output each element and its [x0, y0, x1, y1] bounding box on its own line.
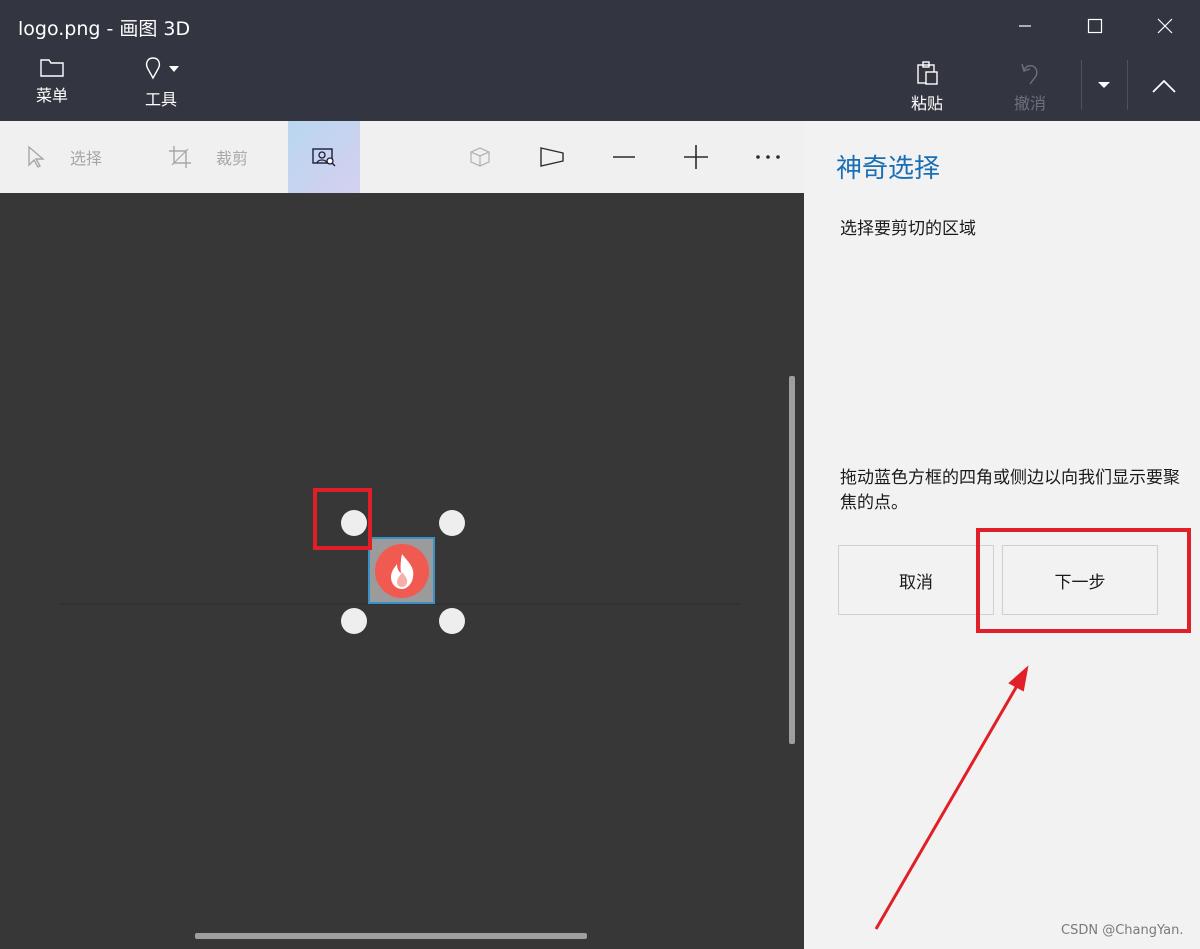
magic-select-tool[interactable]: [288, 121, 360, 193]
selection-handle-bottom-left[interactable]: [341, 608, 367, 634]
ribbon-divider: [1081, 60, 1082, 110]
annotation-highlight-handle: [313, 488, 372, 550]
minus-icon: [613, 156, 635, 158]
magic-select-icon: [312, 148, 336, 167]
undo-label: 撤消: [1013, 94, 1046, 113]
crop-tool[interactable]: 裁剪: [168, 121, 248, 193]
3d-view-button[interactable]: [450, 121, 510, 193]
flame-logo-icon: [375, 544, 429, 598]
tools-button[interactable]: 工具: [133, 56, 189, 110]
zoom-in-button[interactable]: [666, 121, 726, 193]
paste-button[interactable]: 粘贴: [905, 60, 949, 114]
close-icon: [1157, 18, 1173, 34]
undo-icon: [1021, 63, 1038, 85]
horizontal-scrollbar[interactable]: [195, 933, 587, 939]
select-tool[interactable]: 选择: [26, 121, 102, 193]
menu-label: 菜单: [35, 86, 68, 105]
chevron-up-icon: [1152, 79, 1176, 93]
perspective-icon: [540, 147, 564, 167]
perspective-button[interactable]: [522, 121, 582, 193]
annotation-highlight-next: [976, 528, 1191, 633]
watermark: CSDN @ChangYan.: [1061, 923, 1184, 938]
selection-handle-bottom-right[interactable]: [439, 608, 465, 634]
crop-label: 裁剪: [216, 149, 249, 168]
tools-label: 工具: [144, 90, 177, 109]
more-icon: [756, 155, 780, 159]
minimize-icon: [1019, 25, 1031, 27]
ribbon-divider: [1127, 60, 1128, 110]
close-button[interactable]: [1130, 0, 1200, 52]
brush-icon: [145, 57, 161, 80]
zoom-out-button[interactable]: [594, 121, 654, 193]
chevron-down-icon: [1098, 82, 1110, 88]
more-options-button[interactable]: [738, 121, 798, 193]
cube-icon: [470, 147, 490, 167]
paste-label: 粘贴: [910, 94, 943, 113]
folder-icon: [40, 59, 64, 77]
cancel-button[interactable]: 取消: [838, 545, 994, 615]
vertical-scrollbar[interactable]: [789, 376, 795, 744]
collapse-ribbon-button[interactable]: [1143, 68, 1185, 104]
maximize-button[interactable]: [1060, 0, 1130, 52]
more-ribbon-button[interactable]: [1090, 70, 1118, 100]
maximize-icon: [1087, 18, 1103, 34]
plus-icon: [684, 145, 708, 169]
crop-icon: [169, 146, 191, 168]
panel-instructions: 拖动蓝色方框的四角或侧边以向我们显示要聚焦的点。: [840, 468, 1180, 513]
undo-button[interactable]: 撤消: [1008, 60, 1052, 114]
chevron-down-icon: [169, 66, 179, 72]
panel-title: 神奇选择: [836, 154, 941, 184]
menu-button[interactable]: 菜单: [30, 56, 74, 106]
select-label: 选择: [70, 149, 103, 168]
window-title: logo.png - 画图 3D: [18, 18, 191, 40]
cursor-icon: [28, 145, 45, 168]
panel-subtitle: 选择要剪切的区域: [840, 219, 976, 239]
minimize-button[interactable]: [990, 0, 1060, 52]
selection-handle-top-right[interactable]: [439, 510, 465, 536]
clipboard-icon: [917, 61, 938, 85]
